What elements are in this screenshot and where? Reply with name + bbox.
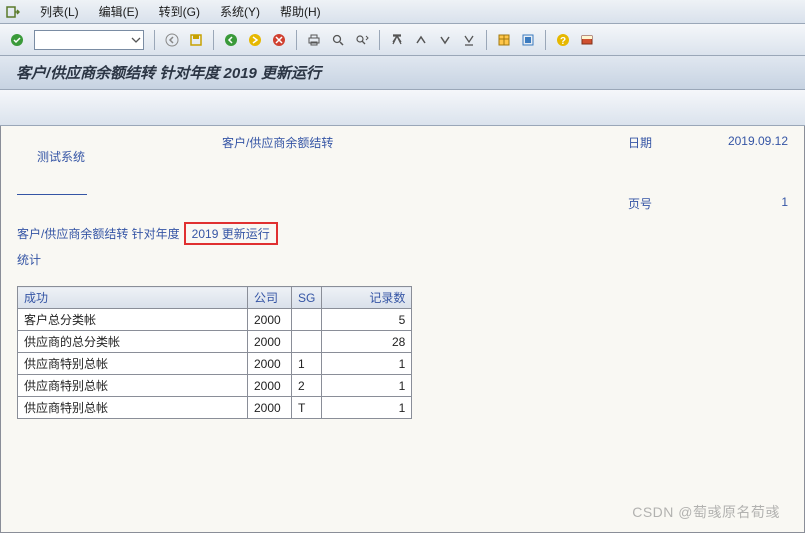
col-sg: SG [292,287,322,309]
local-layout-icon[interactable] [576,29,598,51]
col-company: 公司 [248,287,292,309]
statistics-label: 统计 [17,251,788,268]
exit-yellow-icon[interactable] [244,29,266,51]
cell-sg: 1 [292,353,322,375]
page-title: 客户/供应商余额结转 针对年度 2019 更新运行 [16,62,321,83]
page-label: 页号 [628,195,678,212]
cell-company: 2000 [248,375,292,397]
result-table: 成功 公司 SG 记录数 客户总分类帐20005供应商的总分类帐200028供应… [17,286,412,419]
cancel-red-icon[interactable] [268,29,290,51]
test-system-label: 测试系统 [17,134,222,193]
menubar: 列表(L) 编辑(E) 转到(G) 系统(Y) 帮助(H) [0,0,805,24]
next-page-icon[interactable] [434,29,456,51]
cell-company: 2000 [248,331,292,353]
separator [213,30,214,50]
table-row: 供应商特别总帐200021 [18,375,412,397]
date-label: 日期 [628,134,678,193]
table-row: 供应商特别总帐200011 [18,353,412,375]
cell-name: 供应商特别总帐 [18,353,248,375]
help-icon[interactable]: ? [552,29,574,51]
cell-sg [292,309,322,331]
cell-sg: T [292,397,322,419]
separator [379,30,380,50]
settings-icon[interactable] [517,29,539,51]
toolbar: ? [0,24,805,56]
layout-icon[interactable] [493,29,515,51]
table-header: 成功 公司 SG 记录数 [18,287,412,309]
cell-count: 1 [322,353,412,375]
cell-count: 28 [322,331,412,353]
menu-list[interactable]: 列表(L) [30,3,89,20]
print-icon[interactable] [303,29,325,51]
menu-help[interactable]: 帮助(H) [270,3,331,20]
separator [545,30,546,50]
table-row: 供应商特别总帐2000T1 [18,397,412,419]
page-value: 1 [678,195,788,212]
application-toolbar [0,90,805,126]
command-field[interactable] [34,30,144,50]
menu-edit[interactable]: 编辑(E) [89,3,149,20]
cell-sg: 2 [292,375,322,397]
cell-name: 供应商特别总帐 [18,397,248,419]
cell-company: 2000 [248,397,292,419]
cell-name: 客户总分类帐 [18,309,248,331]
col-success: 成功 [18,287,248,309]
cell-count: 1 [322,375,412,397]
save-icon[interactable] [185,29,207,51]
table-row: 供应商的总分类帐2000 28 [18,331,412,353]
menu-system[interactable]: 系统(Y) [210,3,270,20]
back-green-icon[interactable] [220,29,242,51]
line2-left: 客户/供应商余额结转 针对年度 [17,225,180,242]
report-heading: 客户/供应商余额结转 [222,134,522,193]
back-icon[interactable] [161,29,183,51]
highlight-box: 2019 更新运行 [184,222,278,245]
separator [486,30,487,50]
cell-company: 2000 [248,309,292,331]
cell-company: 2000 [248,353,292,375]
cell-name: 供应商的总分类帐 [18,331,248,353]
cell-count: 1 [322,397,412,419]
find-next-icon[interactable] [351,29,373,51]
svg-text:?: ? [560,36,566,47]
date-value: 2019.09.12 [678,134,788,193]
table-row: 客户总分类帐2000 5 [18,309,412,331]
menu-goto[interactable]: 转到(G) [149,3,210,20]
enter-icon[interactable] [6,29,28,51]
separator [296,30,297,50]
col-count: 记录数 [322,287,412,309]
find-icon[interactable] [327,29,349,51]
page-title-bar: 客户/供应商余额结转 针对年度 2019 更新运行 [0,56,805,90]
first-page-icon[interactable] [386,29,408,51]
cell-count: 5 [322,309,412,331]
report-content: 测试系统 客户/供应商余额结转 日期 2019.09.12 页号 1 客户/供应… [0,126,805,533]
cell-sg [292,331,322,353]
last-page-icon[interactable] [458,29,480,51]
prev-page-icon[interactable] [410,29,432,51]
exit-icon[interactable] [4,4,22,20]
watermark: CSDN @萄彧原名荀彧 [632,502,780,522]
separator [154,30,155,50]
cell-name: 供应商特别总帐 [18,375,248,397]
